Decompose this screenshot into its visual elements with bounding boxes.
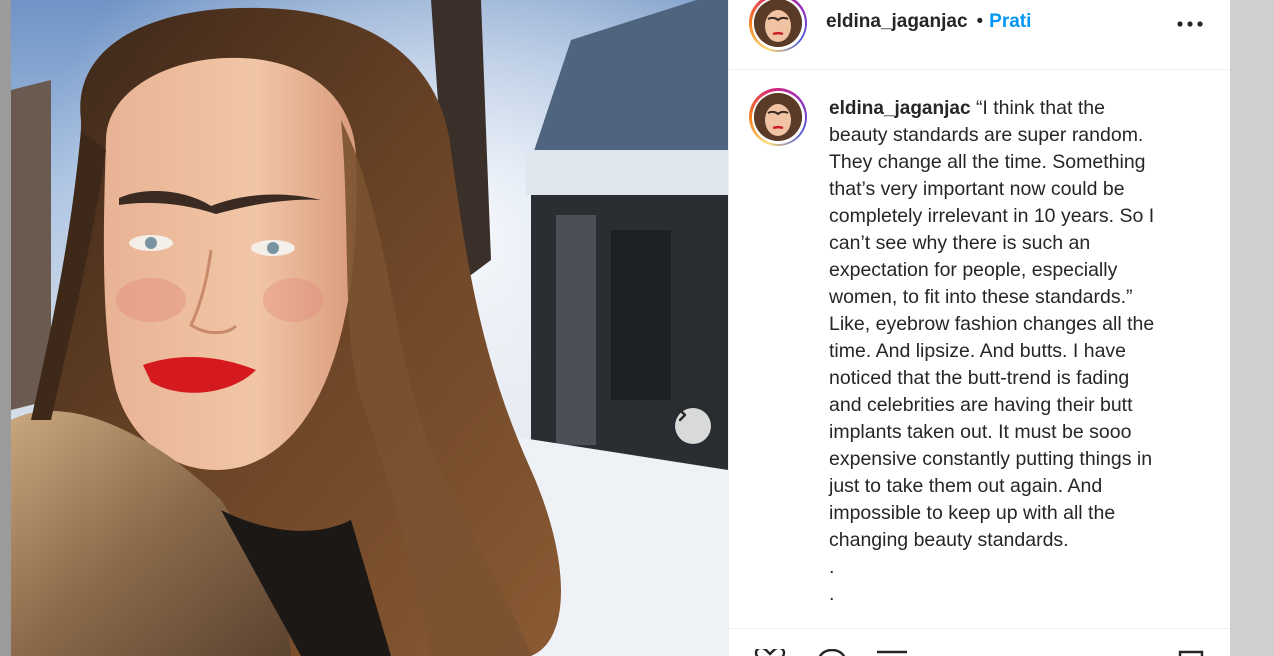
heart-icon[interactable] (753, 646, 787, 656)
separator-dot: • (976, 11, 984, 32)
caption-line: can’t see why there is such an (829, 232, 1091, 254)
more-options-icon (1177, 14, 1203, 32)
share-icon[interactable] (875, 649, 909, 656)
caption-line: expensive constantly putting things in (829, 448, 1153, 470)
caption-line: time. And lipsize. And butts. I have (829, 340, 1127, 362)
caption-line: and celebrities are having their butt (829, 394, 1133, 416)
post-caption: eldina_jaganjac “I think that the beauty… (829, 95, 1189, 608)
caption-line: They change all the time. Something (829, 151, 1146, 173)
author-avatar[interactable] (749, 0, 807, 52)
caption-line: “I think that the (975, 97, 1105, 119)
header-user-line: eldina_jaganjac • Prati (826, 11, 1031, 33)
caption-line: women, to fit into these standards.” (829, 286, 1133, 308)
left-gutter (0, 0, 11, 656)
caption-line: noticed that the butt-trend is fading (829, 367, 1130, 389)
caption-line: implants taken out. It must be sooo (829, 421, 1132, 443)
caption-line: beauty standards are super random. (829, 124, 1144, 146)
next-image-button[interactable] (675, 408, 711, 444)
post-header: eldina_jaganjac • Prati (729, 0, 1231, 70)
caption-line: . (829, 556, 835, 578)
caption-line: Like, eyebrow fashion changes all the (829, 313, 1155, 335)
follow-button[interactable]: Prati (989, 11, 1031, 32)
comment-icon[interactable] (815, 648, 849, 656)
caption-line: changing beauty standards. (829, 529, 1069, 551)
caption-line: completely irrelevant in 10 years. So I (829, 205, 1155, 227)
author-username[interactable]: eldina_jaganjac (826, 11, 968, 32)
right-gutter (1230, 0, 1274, 656)
caption-line: impossible to keep up with all the (829, 502, 1116, 524)
post-photo[interactable] (11, 0, 728, 656)
caption-line: . (829, 583, 835, 605)
caption-line: just to take them out again. And (829, 475, 1103, 497)
portrait-illustration (11, 0, 728, 656)
caption-line: expectation for people, especially (829, 259, 1118, 281)
instagram-post-view: eldina_jaganjac • Prati eldina_jaganjac … (0, 0, 1274, 656)
caption-author-avatar[interactable] (749, 88, 807, 146)
bookmark-icon[interactable] (1177, 649, 1205, 656)
post-detail-panel: eldina_jaganjac • Prati eldina_jaganjac … (728, 0, 1231, 656)
action-bar (729, 628, 1231, 656)
caption-author-username[interactable]: eldina_jaganjac (829, 98, 971, 119)
more-options-button[interactable] (1173, 12, 1207, 34)
caption-line: that’s very important now could be (829, 178, 1125, 200)
